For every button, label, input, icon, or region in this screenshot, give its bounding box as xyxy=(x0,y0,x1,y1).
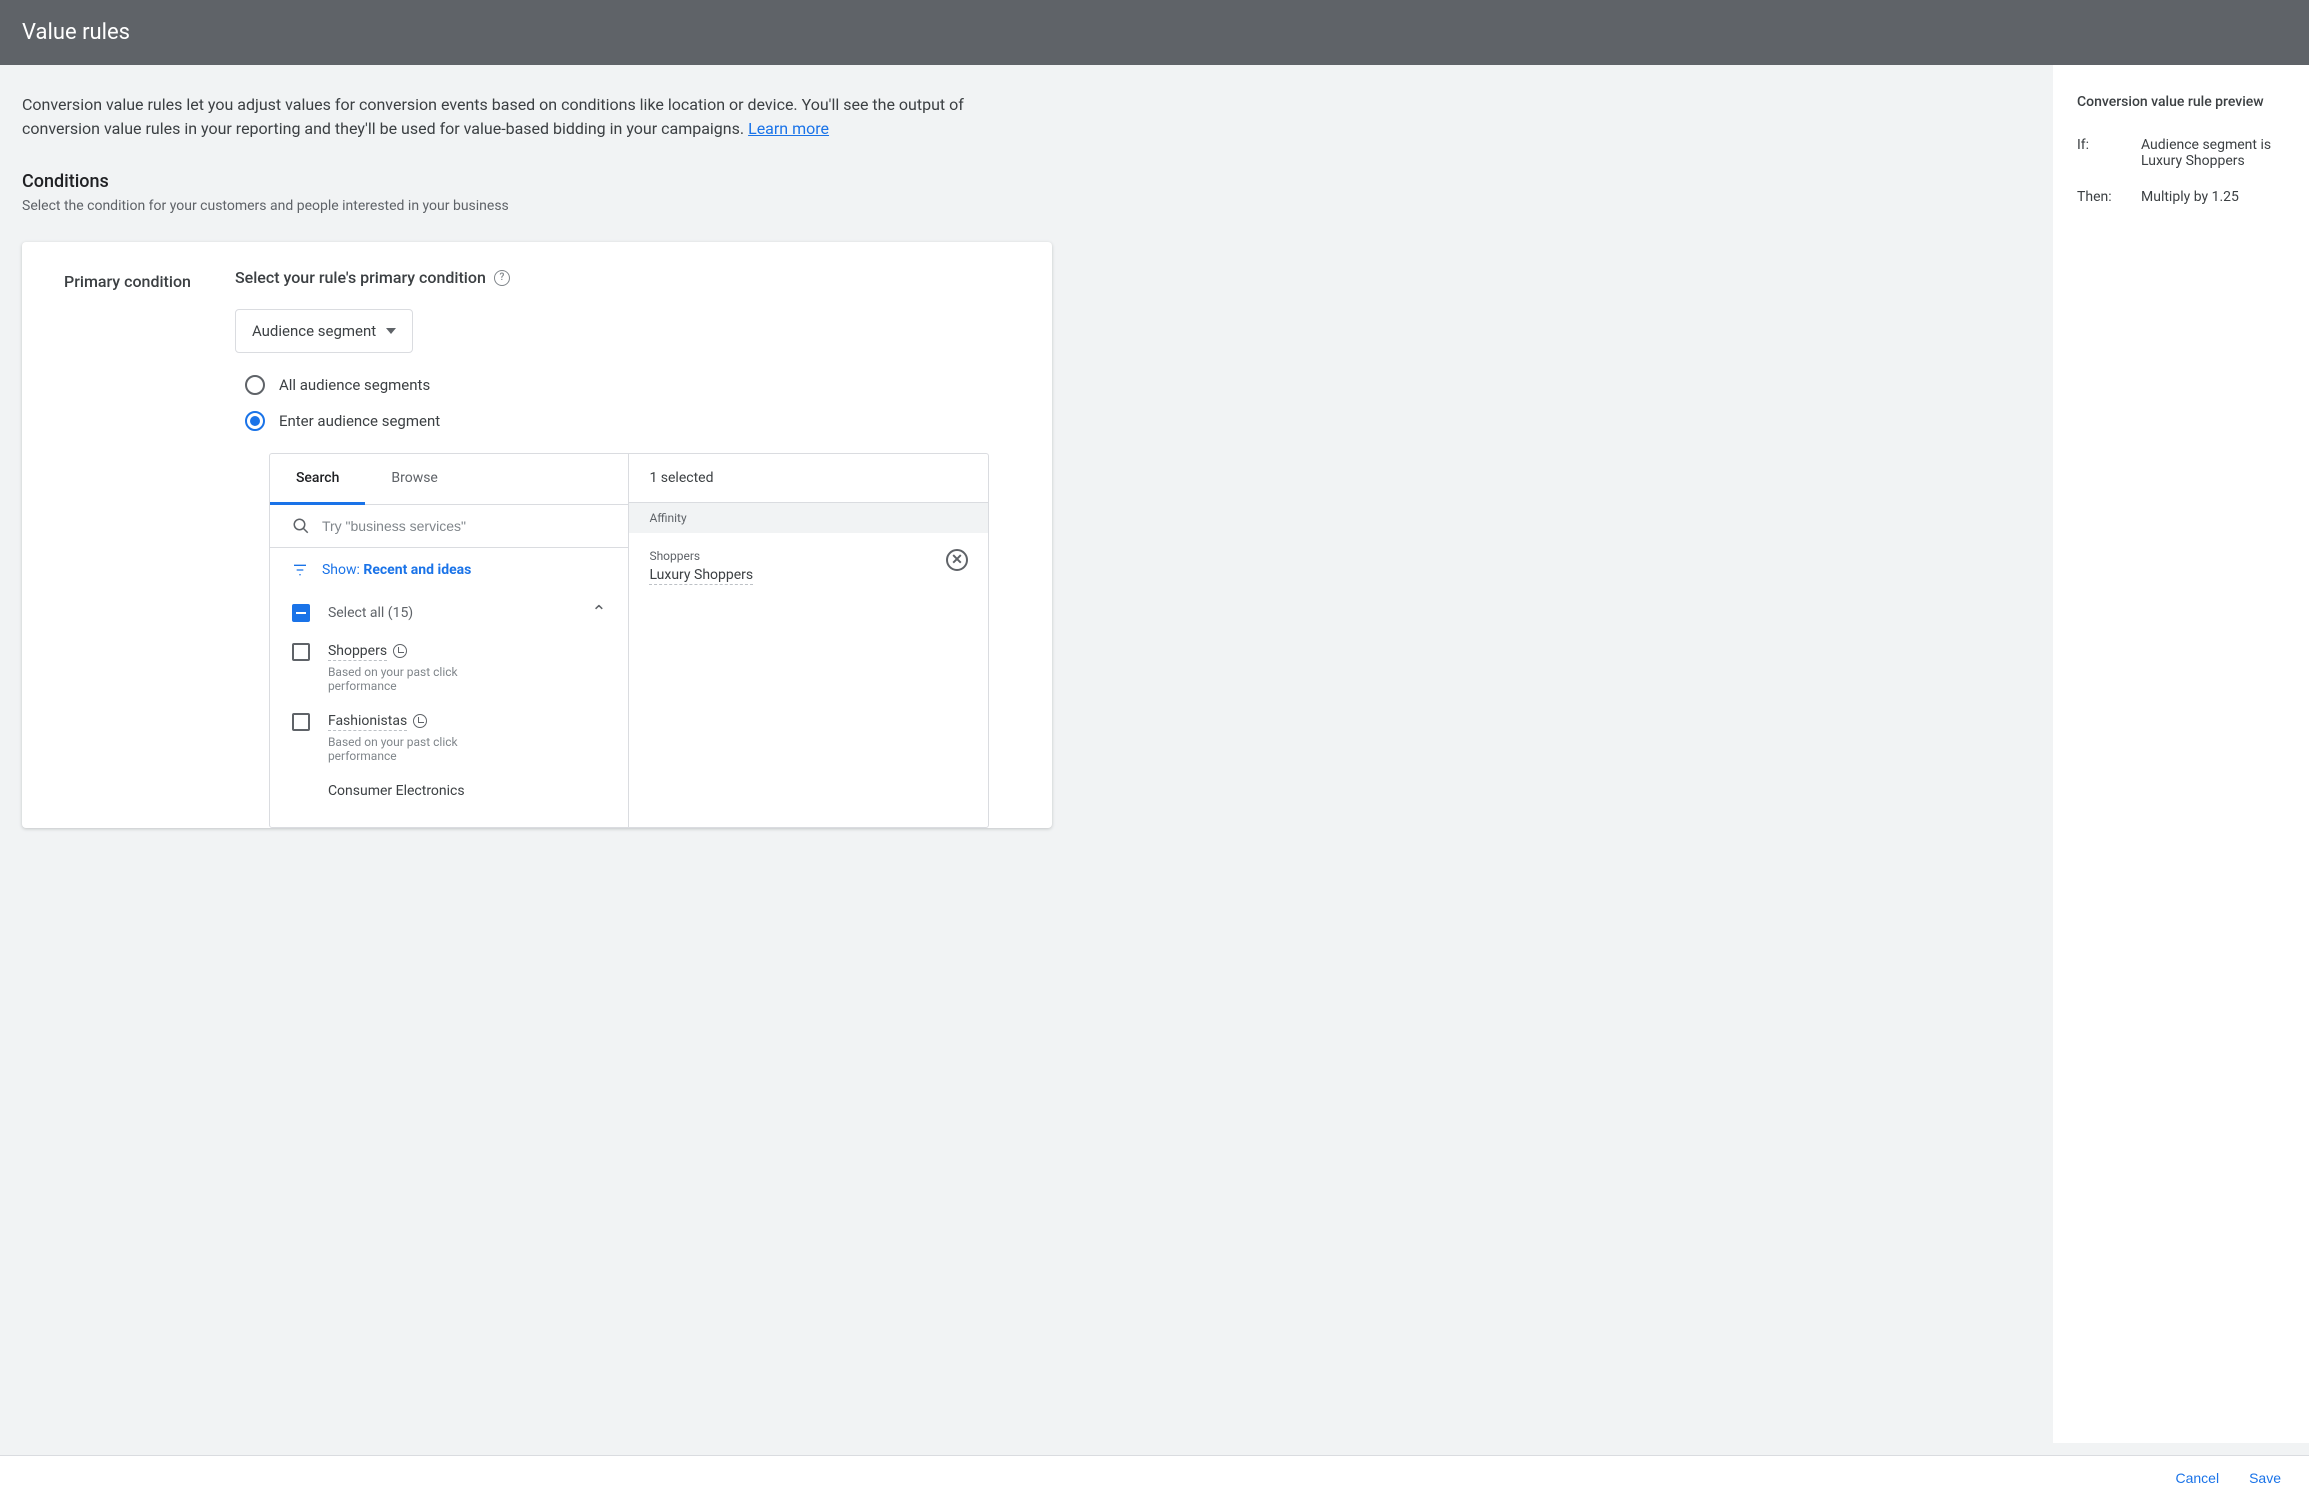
intro-text: Conversion value rules let you adjust va… xyxy=(22,93,1032,141)
selected-category: Shoppers xyxy=(649,549,946,563)
preview-title: Conversion value rule preview xyxy=(2077,93,2285,113)
picker-right: 1 selected Affinity Shoppers Luxury Shop… xyxy=(629,454,988,827)
segment-desc: Based on your past click performance xyxy=(328,735,508,763)
selected-name: Luxury Shoppers xyxy=(649,567,753,585)
select-all-label: Select all (15) xyxy=(328,605,573,621)
search-input[interactable] xyxy=(322,518,607,534)
condition-type-dropdown[interactable]: Audience segment xyxy=(235,309,413,353)
conditions-sub: Select the condition for your customers … xyxy=(22,198,2031,214)
if-value: Audience segment is Luxury Shoppers xyxy=(2141,137,2285,169)
select-all-row[interactable]: Select all (15) ⌃ xyxy=(270,592,629,633)
rule-title-text: Select your rule's primary condition xyxy=(235,268,486,287)
picker-left: Search Browse Show: Recent and ideas xyxy=(270,454,630,827)
main-column: Conversion value rules let you adjust va… xyxy=(0,65,2053,1443)
selected-item: Shoppers Luxury Shoppers ✕ xyxy=(629,533,988,601)
preview-sidebar: Conversion value rule preview If: Audien… xyxy=(2053,65,2309,1443)
radio-enter-segment[interactable]: Enter audience segment xyxy=(235,403,1022,439)
checkbox-icon[interactable] xyxy=(292,713,310,731)
clock-icon xyxy=(413,714,427,728)
segment-scroll[interactable]: Select all (15) ⌃ Shoppers Based on your… xyxy=(270,592,629,827)
segment-name: Fashionistas xyxy=(328,713,407,731)
checkbox-icon[interactable] xyxy=(292,643,310,661)
dropdown-value: Audience segment xyxy=(252,322,376,340)
tab-search[interactable]: Search xyxy=(270,454,365,505)
list-item[interactable]: Consumer Electronics xyxy=(270,773,629,811)
clock-icon xyxy=(393,644,407,658)
chevron-up-icon[interactable]: ⌃ xyxy=(591,602,606,623)
preview-if-row: If: Audience segment is Luxury Shoppers xyxy=(2077,137,2285,169)
filter-icon xyxy=(292,562,308,578)
radio-icon xyxy=(245,411,265,431)
tab-browse[interactable]: Browse xyxy=(365,454,463,504)
cancel-button[interactable]: Cancel xyxy=(2175,1470,2219,1486)
list-item[interactable]: Shoppers Based on your past click perfor… xyxy=(270,633,629,703)
segment-desc: Based on your past click performance xyxy=(328,665,508,693)
checkbox-indeterminate-icon[interactable] xyxy=(292,604,310,622)
save-button[interactable]: Save xyxy=(2249,1470,2281,1486)
then-value: Multiply by 1.25 xyxy=(2141,189,2285,205)
footer: Cancel Save xyxy=(0,1455,2309,1500)
rule-title: Select your rule's primary condition ? xyxy=(235,268,1022,287)
affinity-header: Affinity xyxy=(629,503,988,533)
if-label: If: xyxy=(2077,137,2119,169)
search-icon xyxy=(292,517,310,535)
radio-label: Enter audience segment xyxy=(279,412,440,430)
radio-label: All audience segments xyxy=(279,376,430,394)
radio-icon xyxy=(245,375,265,395)
page-header: Value rules xyxy=(0,0,2309,65)
segment-picker: Search Browse Show: Recent and ideas xyxy=(269,453,989,828)
caret-down-icon xyxy=(386,328,396,334)
then-label: Then: xyxy=(2077,189,2119,205)
search-row xyxy=(270,505,629,548)
segment-name: Consumer Electronics xyxy=(328,783,465,800)
radio-all-segments[interactable]: All audience segments xyxy=(235,367,1022,403)
segment-name: Shoppers xyxy=(328,643,387,661)
remove-selected-button[interactable]: ✕ xyxy=(946,549,968,571)
list-item[interactable]: Fashionistas Based on your past click pe… xyxy=(270,703,629,773)
primary-condition-label: Primary condition xyxy=(64,268,191,291)
learn-more-link[interactable]: Learn more xyxy=(748,119,829,138)
filter-row[interactable]: Show: Recent and ideas xyxy=(270,548,629,592)
filter-label: Show: Recent and ideas xyxy=(322,562,471,578)
page-title: Value rules xyxy=(22,20,130,45)
selected-count: 1 selected xyxy=(629,454,988,503)
content: Conversion value rules let you adjust va… xyxy=(0,65,2309,1443)
help-icon[interactable]: ? xyxy=(494,270,510,286)
primary-condition-card: Primary condition Select your rule's pri… xyxy=(22,242,1052,828)
conditions-heading: Conditions xyxy=(22,171,2031,192)
preview-then-row: Then: Multiply by 1.25 xyxy=(2077,189,2285,205)
picker-tabs: Search Browse xyxy=(270,454,629,505)
